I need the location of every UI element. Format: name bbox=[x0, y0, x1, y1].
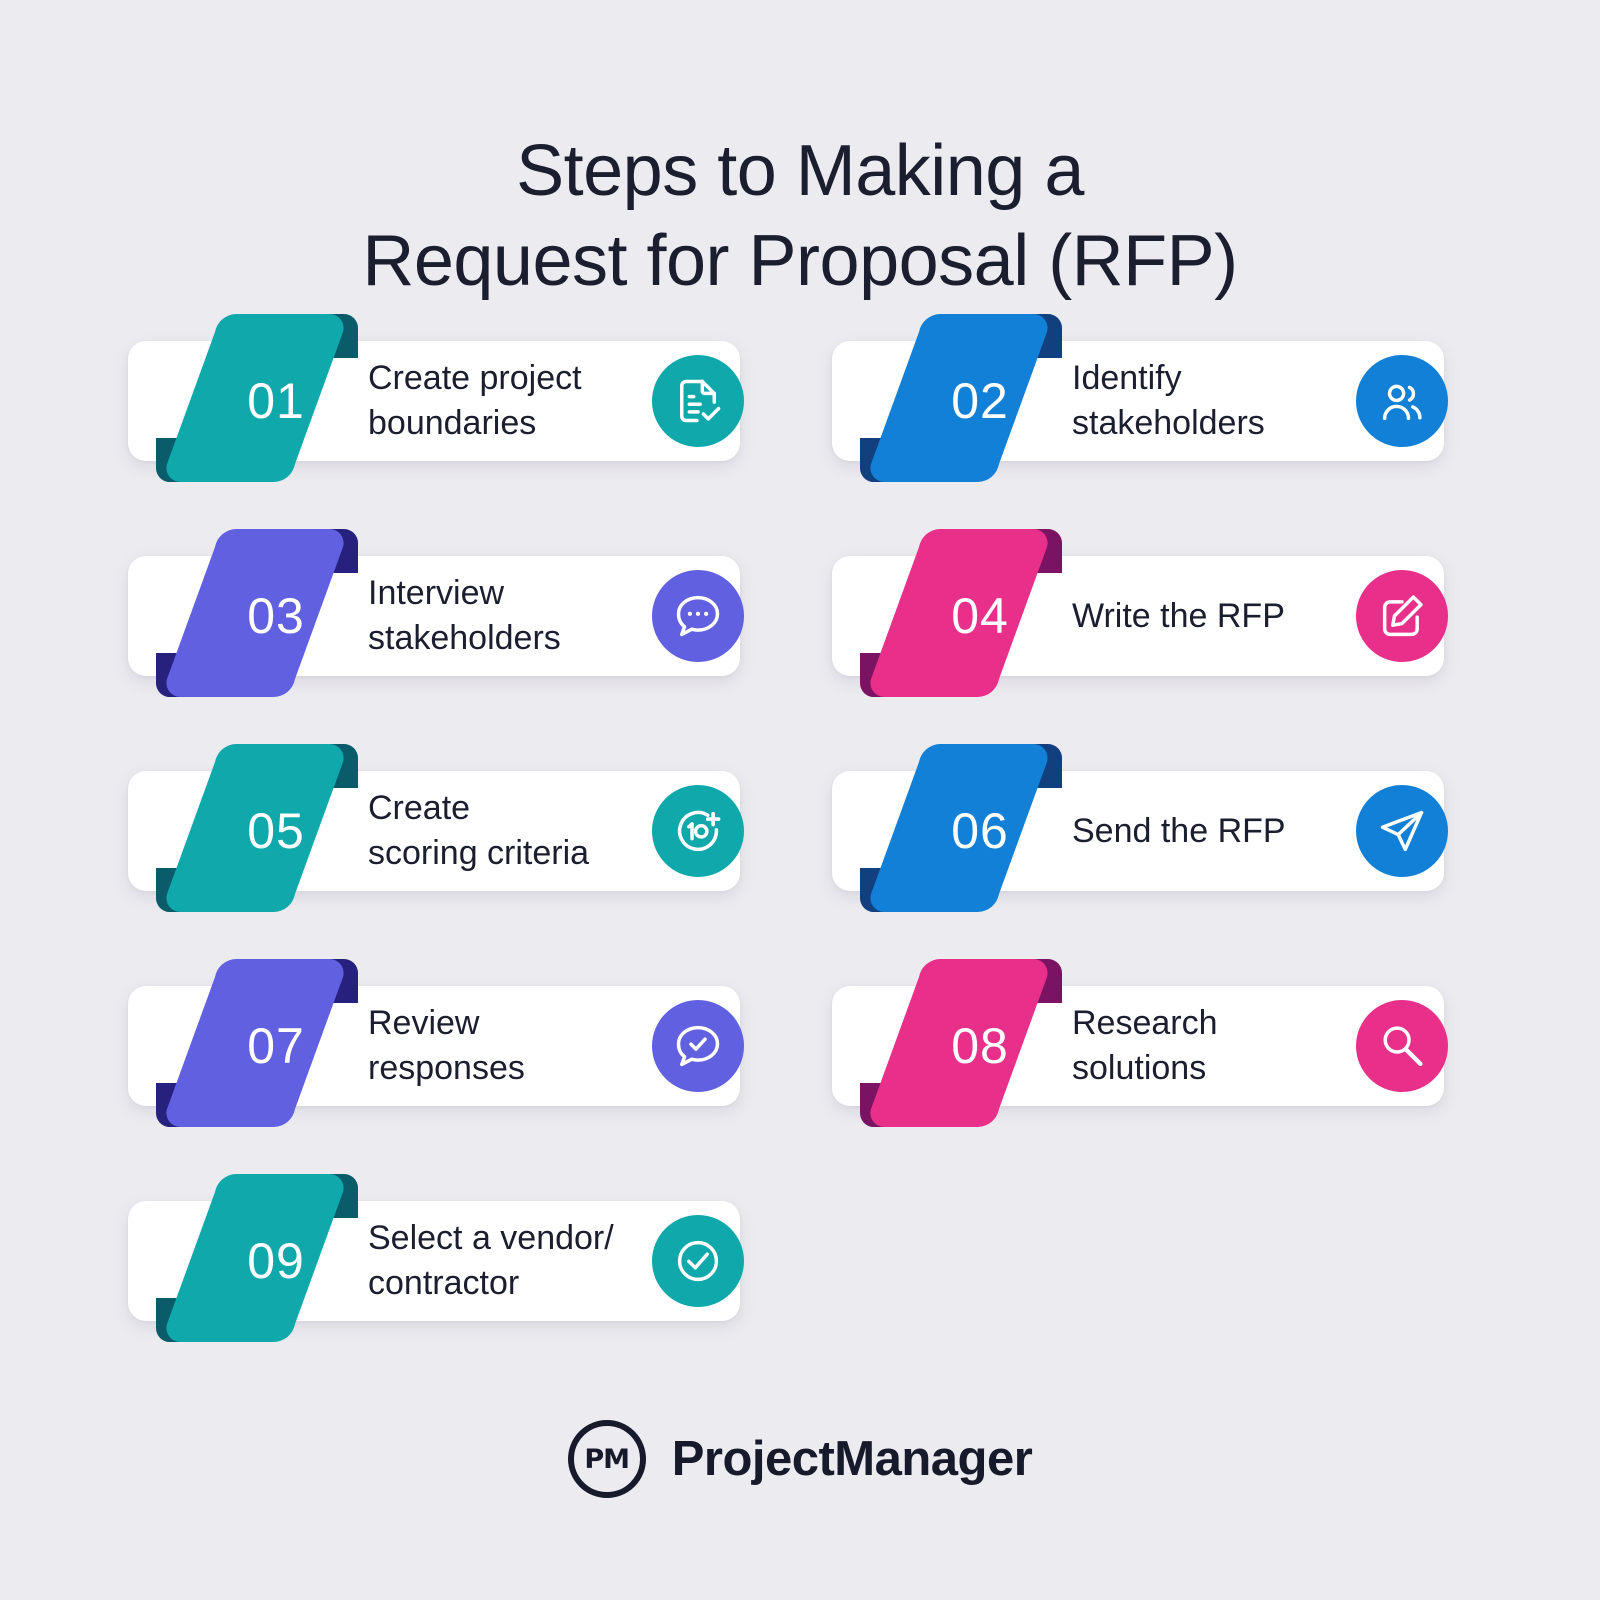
step-card-02[interactable]: 02 Identify stakeholders bbox=[832, 314, 1448, 482]
step-card-06[interactable]: 06 Send the RFP bbox=[832, 744, 1448, 912]
steps-row: 03 Interview stakeholders 04 Write the RFP bbox=[128, 529, 1472, 766]
step-card-08[interactable]: 08 Research solutions bbox=[832, 959, 1448, 1127]
step-card-01[interactable]: 01 Create project boundaries bbox=[128, 314, 744, 482]
step-number: 01 bbox=[247, 373, 305, 429]
score-ten-plus-icon bbox=[652, 785, 744, 877]
pm-monogram-icon: PM bbox=[567, 1420, 646, 1498]
chat-dots-icon bbox=[652, 570, 744, 662]
page-title: Steps to Making a Request for Proposal (… bbox=[362, 131, 1238, 302]
check-circle-icon bbox=[652, 1215, 744, 1307]
step-label: Write the RFP bbox=[1072, 596, 1285, 635]
steps-row: 09 Select a vendor/ contractor bbox=[128, 1174, 1472, 1411]
step-number: 06 bbox=[951, 803, 1009, 859]
chat-check-icon bbox=[652, 1000, 744, 1092]
brand-name: ProjectManager bbox=[671, 1432, 1033, 1486]
pm-monogram-text: PM bbox=[584, 1443, 630, 1475]
step-label: Send the RFP bbox=[1072, 811, 1286, 850]
step-label: Create project boundaries bbox=[368, 359, 582, 442]
step-number: 03 bbox=[247, 588, 305, 644]
step-number: 09 bbox=[247, 1233, 305, 1289]
paper-plane-icon bbox=[1356, 785, 1448, 877]
step-number: 02 bbox=[951, 373, 1009, 429]
step-number: 08 bbox=[951, 1018, 1009, 1074]
steps-row: 07 Review responses 08 Research solutions bbox=[128, 959, 1472, 1196]
brand-logo: PM ProjectManager bbox=[0, 1420, 1600, 1498]
step-label: Create scoring criteria bbox=[368, 789, 590, 872]
step-label: Interview stakeholders bbox=[368, 574, 561, 657]
users-icon bbox=[1356, 355, 1448, 447]
steps-row: 01 Create project boundaries 02 Identify st… bbox=[128, 314, 1472, 551]
step-number: 04 bbox=[951, 588, 1009, 644]
step-card-07[interactable]: 07 Review responses bbox=[128, 959, 744, 1127]
step-number: 05 bbox=[247, 803, 305, 859]
edit-square-icon bbox=[1356, 570, 1448, 662]
step-label: Select a vendor/ contractor bbox=[368, 1219, 614, 1302]
step-label: Identify stakeholders bbox=[1072, 359, 1265, 442]
step-number: 07 bbox=[247, 1018, 305, 1074]
steps-row: 05 Create scoring criteria 06 Send the RFP bbox=[128, 744, 1472, 981]
document-check-icon bbox=[652, 355, 744, 447]
step-card-09[interactable]: 09 Select a vendor/ contractor bbox=[128, 1174, 744, 1342]
step-label: Research solutions bbox=[1072, 1004, 1218, 1087]
step-card-03[interactable]: 03 Interview stakeholders bbox=[128, 529, 744, 697]
step-card-05[interactable]: 05 Create scoring criteria bbox=[128, 744, 744, 912]
steps-grid: 01 Create project boundaries 02 Identify st… bbox=[128, 314, 1472, 1411]
step-card-04[interactable]: 04 Write the RFP bbox=[832, 529, 1448, 697]
magnifier-icon bbox=[1356, 1000, 1448, 1092]
step-label: Review responses bbox=[368, 1004, 525, 1087]
